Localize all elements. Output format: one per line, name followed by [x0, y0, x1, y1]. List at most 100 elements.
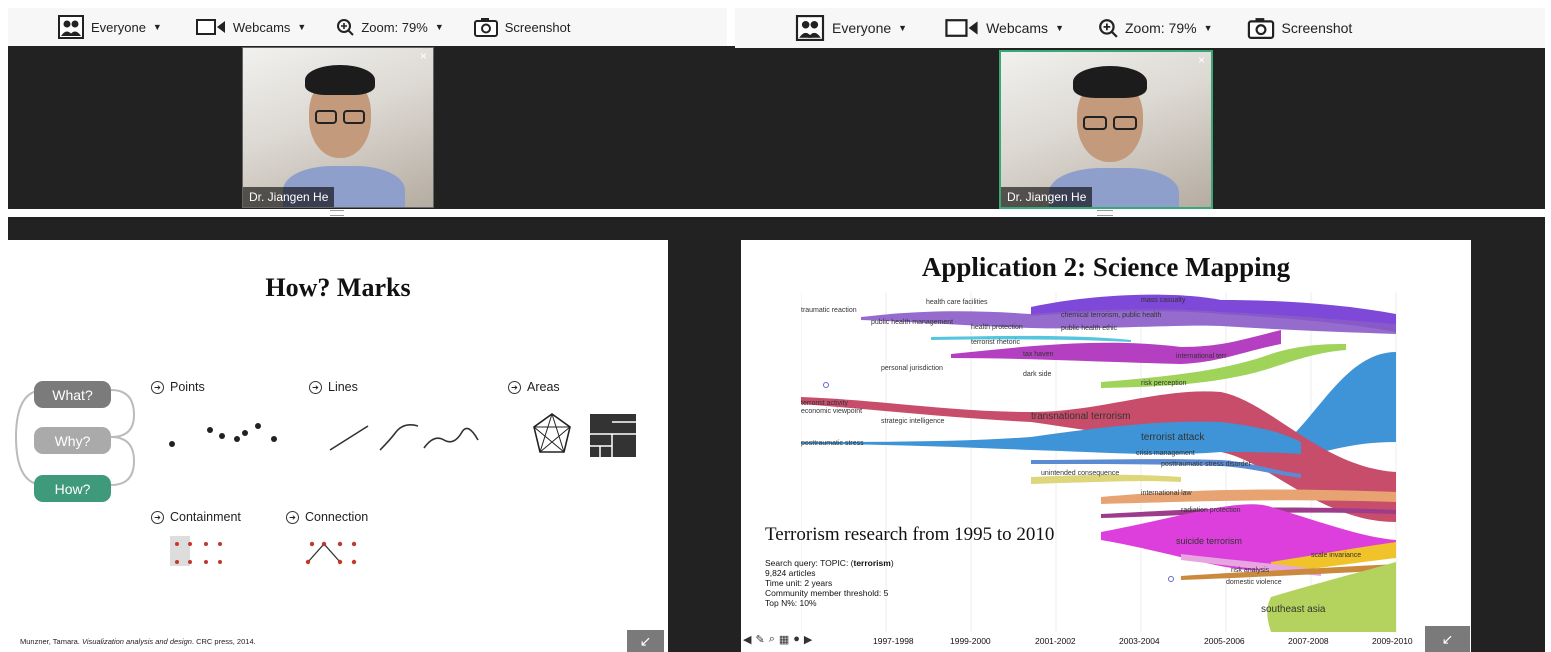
pen-icon[interactable]: ✎: [755, 633, 764, 646]
stream-label: risk perception: [1141, 380, 1187, 387]
point-mark: [169, 441, 175, 447]
line-marks: [329, 424, 479, 451]
left-meeting-window: Everyone ▼ Webcams ▼ Zoom: 79% ▼ Screens…: [0, 0, 735, 652]
stream-label: economic viewpoint: [801, 408, 862, 415]
time-tick-label: 2005-2006: [1204, 636, 1245, 646]
resize-handle[interactable]: [330, 210, 344, 216]
search-query: Search query: TOPIC: (terrorism): [765, 558, 894, 568]
connection-heading: ➔ Connection: [286, 510, 368, 524]
stream-label: public health ethic: [1061, 325, 1118, 332]
articles-count: 9,824 articles: [765, 568, 816, 578]
webcams-dropdown[interactable]: Webcams ▼: [945, 18, 1064, 38]
stream-label: mass casualty: [1141, 297, 1186, 304]
caret-down-icon: ▼: [898, 23, 908, 33]
node-marker: [1168, 576, 1174, 582]
resize-handle[interactable]: [1097, 210, 1113, 216]
point-mark: [242, 430, 248, 436]
arrow-right-icon: ➔: [286, 510, 299, 524]
webcam-name-label: Dr. Jiangen He: [1001, 187, 1093, 207]
slide-citation: Munzner, Tamara. Visualization analysis …: [20, 637, 256, 646]
stream-label: unintended consequence: [1041, 470, 1119, 477]
presentation-controls: ◀ ✎ ⌕ ▦ ● ▶: [743, 633, 812, 646]
caret-down-icon: ▼: [434, 22, 444, 32]
query-prefix: Search query: TOPIC: (: [765, 558, 854, 568]
minimize-presentation-button[interactable]: ↙: [627, 630, 664, 652]
right-meeting-window: Everyone ▼ Webcams ▼ Zoom: 79% ▼ Screens…: [735, 0, 1551, 652]
time-tick-label: 2003-2004: [1119, 636, 1160, 646]
stream-label: international law: [1141, 490, 1193, 497]
caret-down-icon: ▼: [297, 22, 307, 32]
containment-heading: ➔ Containment: [151, 510, 241, 524]
how-pill: How?: [34, 475, 111, 502]
webcam-video[interactable]: Dr. Jiangen He ×: [242, 47, 434, 208]
stream-terrorist-rhetoric: [931, 335, 1131, 342]
arrow-right-icon: ➔: [151, 380, 164, 394]
previous-slide-icon[interactable]: ◀: [743, 633, 751, 646]
stream-label: posttraumatic stress: [801, 440, 864, 447]
stream-label: international terr: [1176, 353, 1227, 360]
slide-how-marks: How? Marks What? Why? How? ➔ Points ➔ Li…: [8, 240, 668, 652]
top-n: Top N%: 10%: [765, 598, 817, 608]
point-mark: [234, 436, 240, 442]
screenshot-button[interactable]: Screenshot: [473, 17, 571, 37]
more-icon[interactable]: ●: [793, 633, 800, 646]
what-pill: What?: [34, 381, 111, 408]
camera-snapshot-icon: [473, 18, 498, 37]
stream-label: suicide terrorism: [1176, 536, 1242, 546]
query-term: terrorism: [853, 558, 891, 568]
stream-international-terrorism: [951, 330, 1281, 364]
community-threshold: Community member threshold: 5: [765, 588, 889, 598]
point-mark: [255, 423, 261, 429]
search-icon[interactable]: ⌕: [769, 633, 775, 646]
containment-label: Containment: [170, 510, 241, 524]
containment-dot: [204, 560, 208, 564]
people-icon: [795, 15, 825, 41]
collapse-arrow-icon: ↙: [639, 632, 652, 649]
stream-label: health care facilities: [926, 299, 988, 306]
stream-label: transnational terrorism: [1031, 411, 1130, 422]
zoom-in-icon: [1099, 19, 1118, 38]
zoom-dropdown[interactable]: Zoom: 79% ▼: [336, 18, 444, 36]
webcam-video[interactable]: Dr. Jiangen He ×: [999, 50, 1213, 209]
zoom-dropdown[interactable]: Zoom: 79% ▼: [1098, 18, 1213, 38]
camera-snapshot-icon: [1247, 18, 1274, 39]
webcams-label: Webcams: [986, 20, 1049, 36]
stream-label: crisis management: [1136, 450, 1195, 457]
containment-dot: [175, 542, 179, 546]
minimize-presentation-button[interactable]: ↙: [1425, 626, 1470, 652]
slide-science-mapping: Application 2: Science Mapping traumatic…: [741, 240, 1471, 652]
lines-label: Lines: [328, 380, 358, 394]
people-icon: [58, 15, 84, 39]
caret-down-icon: ▼: [1203, 23, 1213, 33]
citation-author: Munzner, Tamara.: [20, 637, 82, 646]
everyone-dropdown[interactable]: Everyone ▼: [58, 15, 162, 39]
connection-label: Connection: [305, 510, 369, 524]
lines-heading: ➔ Lines: [309, 380, 358, 394]
close-icon[interactable]: ×: [420, 49, 427, 63]
webcams-label: Webcams: [232, 19, 291, 35]
stream-label: radiation protection: [1181, 507, 1241, 514]
time-tick-label: 1999-2000: [950, 636, 991, 646]
containment-dot: [204, 542, 208, 546]
time-tick-label: 2001-2002: [1035, 636, 1076, 646]
next-slide-icon[interactable]: ▶: [804, 633, 812, 646]
screenshot-label: Screenshot: [1281, 20, 1353, 36]
zoom-label: Zoom: 79%: [361, 19, 428, 35]
everyone-dropdown[interactable]: Everyone ▼: [795, 15, 907, 41]
grid-icon[interactable]: ▦: [779, 633, 789, 646]
webcams-dropdown[interactable]: Webcams ▼: [195, 18, 307, 36]
points-label: Points: [170, 380, 205, 394]
screenshot-button[interactable]: Screenshot: [1247, 17, 1353, 39]
camera-icon: [945, 19, 978, 37]
stream-label: tax haven: [1023, 351, 1053, 358]
areas-heading: ➔ Areas: [508, 380, 560, 394]
stream-label: chemical terrorism, public health: [1061, 312, 1161, 319]
arrow-right-icon: ➔: [508, 380, 521, 394]
glasses-right: [343, 110, 365, 124]
connection-marks: [305, 541, 357, 565]
stream-label: southeast asia: [1261, 604, 1326, 615]
slide-title: Application 2: Science Mapping: [921, 252, 1291, 282]
close-icon[interactable]: ×: [1198, 53, 1205, 67]
slide-title: How? Marks: [265, 273, 411, 302]
camera-icon: [195, 19, 225, 35]
